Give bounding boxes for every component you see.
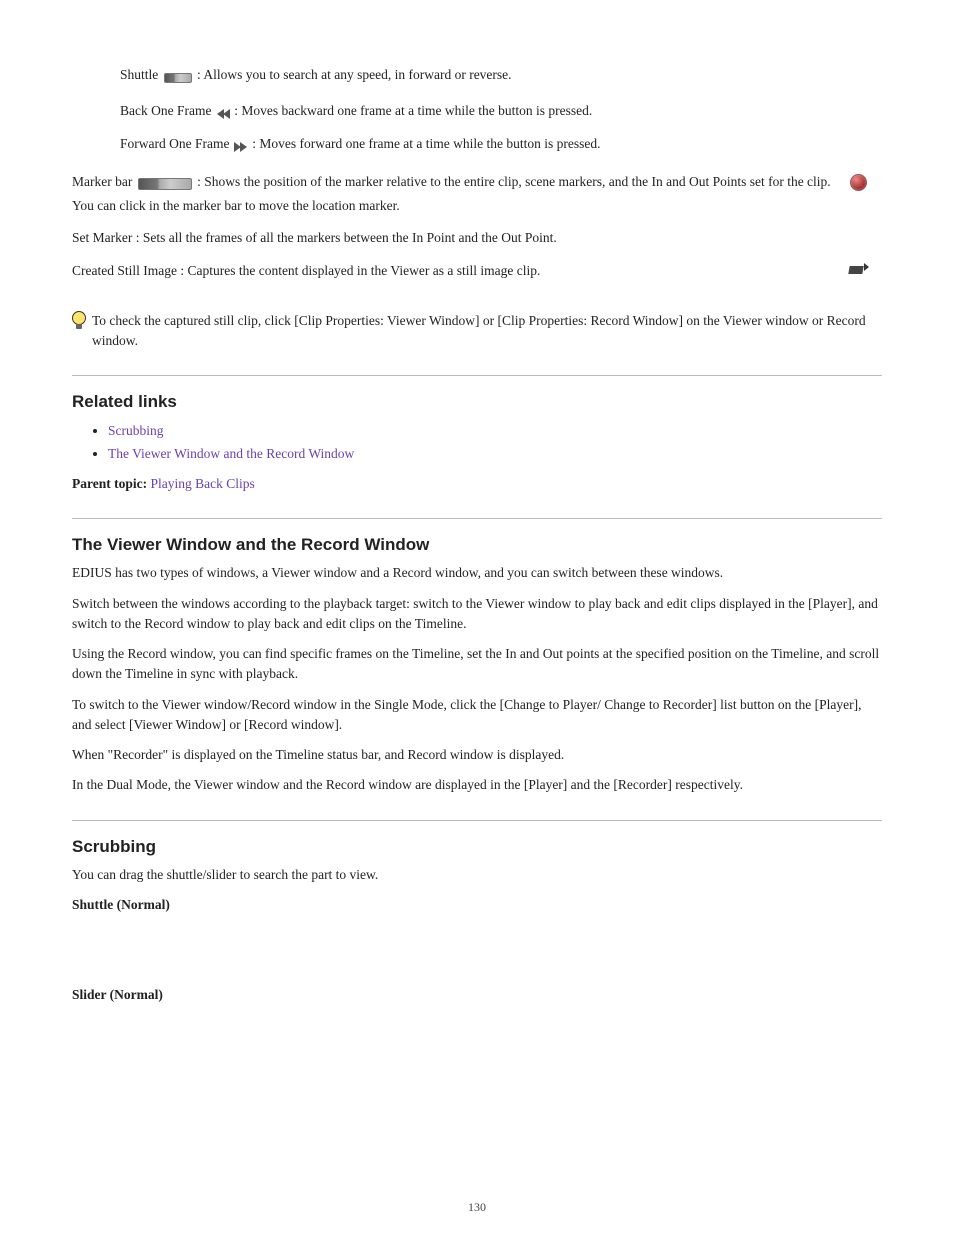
- parent-topic-row: Parent topic: Playing Back Clips: [72, 474, 882, 494]
- row-shuttle: Shuttle : Allows you to search at any sp…: [72, 65, 882, 101]
- text-shuttle: Shuttle : Allows you to search at any sp…: [72, 65, 882, 89]
- lightbulb-icon: [72, 311, 85, 329]
- label-shuttle: Shuttle: [120, 67, 162, 82]
- skip-forward-icon: [235, 142, 247, 152]
- para-set-marker: Set Marker : Sets all the frames of all …: [72, 228, 834, 248]
- vr-p1: EDIUS has two types of windows, a Viewer…: [72, 563, 882, 583]
- desc-shuttle: : Allows you to search at any speed, in …: [197, 67, 512, 82]
- tip-text: To check the captured still clip, click …: [92, 311, 882, 352]
- page: Shuttle : Allows you to search at any sp…: [0, 0, 954, 1235]
- row-still-image: Created Still Image : Captures the conte…: [72, 261, 882, 293]
- tip-icon-col: [72, 311, 92, 352]
- divider-3: [72, 820, 882, 821]
- vr-p5: When "Recorder" is displayed on the Time…: [72, 745, 882, 765]
- row-fwd-frame: Forward One Frame : Moves forward one fr…: [72, 134, 882, 166]
- scrubbing-p1: You can drag the shuttle/slider to searc…: [72, 865, 882, 885]
- vr-p6: In the Dual Mode, the Viewer window and …: [72, 775, 882, 795]
- divider-1: [72, 375, 882, 376]
- slider-subhead: Slider (Normal): [72, 985, 882, 1005]
- desc-fwd-frame: : Moves forward one frame at a time whil…: [252, 136, 600, 151]
- heading-related-links: Related links: [72, 392, 882, 412]
- list-item: The Viewer Window and the Record Window: [108, 443, 882, 466]
- link-scrubbing[interactable]: Scrubbing: [108, 423, 164, 438]
- heading-scrubbing: Scrubbing: [72, 837, 882, 857]
- label-back-frame: Back One Frame: [120, 103, 215, 118]
- col-icon-set-marker: [834, 172, 882, 191]
- film-clapper-icon: [849, 263, 867, 275]
- col-icon-still: [834, 261, 882, 275]
- related-links-list: Scrubbing The Viewer Window and the Reco…: [72, 420, 882, 466]
- seek-bar-icon: [164, 69, 192, 89]
- label-fwd-frame: Forward One Frame: [120, 136, 233, 151]
- vr-p2: Switch between the windows according to …: [72, 594, 882, 635]
- heading-viewer-record: The Viewer Window and the Record Window: [72, 535, 882, 555]
- row-set-marker: Set Marker : Sets all the frames of all …: [72, 228, 882, 260]
- desc-still-image: : Captures the content displayed in the …: [180, 263, 540, 278]
- parent-topic-link[interactable]: Playing Back Clips: [150, 476, 254, 491]
- content-area: Shuttle : Allows you to search at any sp…: [72, 0, 882, 1005]
- tip-block: To check the captured still clip, click …: [72, 311, 882, 352]
- link-viewer-record[interactable]: The Viewer Window and the Record Window: [108, 446, 354, 461]
- desc-back-frame: : Moves backward one frame at a time whi…: [234, 103, 592, 118]
- divider-2: [72, 518, 882, 519]
- parent-topic-label: Parent topic:: [72, 476, 147, 491]
- shuttle-subhead: Shuttle (Normal): [72, 895, 882, 915]
- marker-bar-icon: [138, 176, 192, 196]
- desc-set-marker: : Sets all the frames of all the markers…: [136, 230, 557, 245]
- label-set-marker: Set Marker: [72, 230, 136, 245]
- vr-p3: Using the Record window, you can find sp…: [72, 644, 882, 685]
- row-back-frame: Back One Frame : Moves backward one fram…: [72, 101, 882, 133]
- para-still-image: Created Still Image : Captures the conte…: [72, 261, 834, 281]
- text-fwd-frame: Forward One Frame : Moves forward one fr…: [72, 134, 882, 154]
- row-marker-bar: Marker bar : Shows the position of the m…: [72, 172, 882, 229]
- text-back-frame: Back One Frame : Moves backward one fram…: [72, 101, 882, 121]
- list-item: Scrubbing: [108, 420, 882, 443]
- vr-p4: To switch to the Viewer window/Record wi…: [72, 695, 882, 736]
- set-marker-icon: [850, 174, 867, 191]
- page-number: 130: [0, 1200, 954, 1215]
- label-marker-bar: Marker bar: [72, 174, 136, 189]
- para-marker-bar: Marker bar : Shows the position of the m…: [72, 172, 834, 229]
- skip-back-icon: [217, 109, 229, 119]
- label-still-image: Created Still Image: [72, 263, 180, 278]
